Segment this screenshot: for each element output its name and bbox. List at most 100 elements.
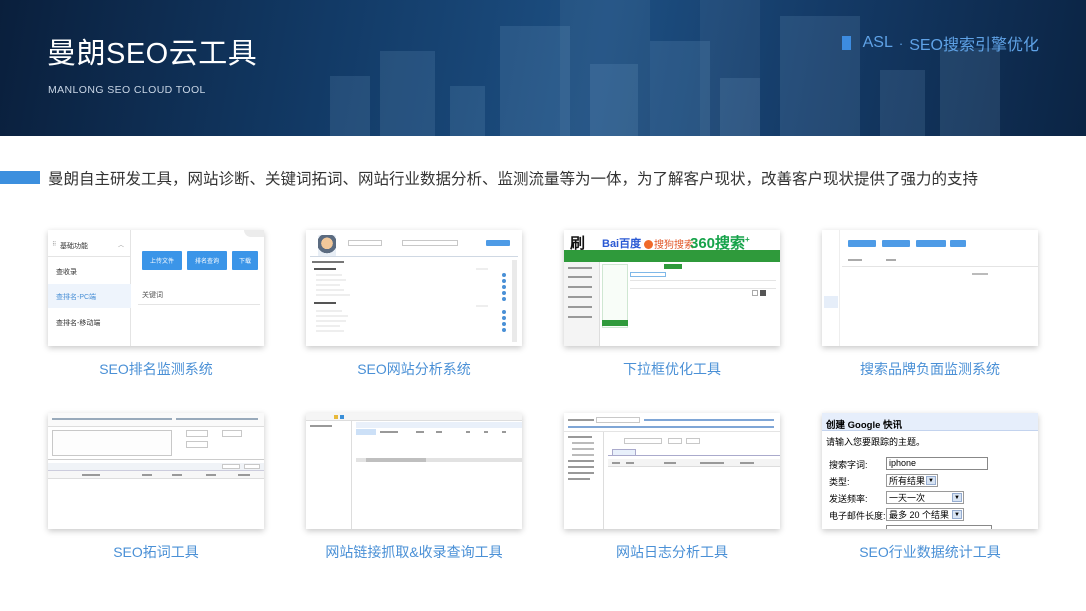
shot-prompt: 请输入您要跟踪的主题。 (826, 437, 926, 447)
divider (842, 266, 1038, 267)
shot-select-value: 所有结果 (889, 476, 926, 486)
shot-text-line (380, 431, 398, 433)
tool-card-link-crawl[interactable]: 网站链接抓取&收录查询工具 (306, 413, 522, 560)
divider (310, 256, 518, 257)
tool-screenshot (822, 230, 1038, 346)
shot-text-line (502, 431, 506, 433)
shot-button (916, 240, 946, 247)
shot-button (186, 441, 208, 448)
tag-square-icon (841, 36, 851, 50)
shot-text-line (172, 474, 182, 476)
shot-button (486, 240, 510, 246)
shot-button (686, 438, 700, 444)
shot-text-line (568, 306, 592, 308)
shot-text-line (82, 474, 100, 476)
shot-sidebar (564, 262, 600, 346)
tool-card-rank-monitor[interactable]: ⠿ 基础功能 ︿ 查收录 查排名-PC端 查排名-移动端 上传文件 排名查询 下… (48, 230, 264, 377)
tool-caption: SEO行业数据统计工具 (859, 544, 1001, 560)
divider (48, 459, 264, 460)
shot-text-line (484, 431, 488, 433)
tool-card-industry-stats[interactable]: 创建 Google 快讯 请输入您要跟踪的主题。 搜索字词: iphone 类型… (822, 413, 1038, 560)
tool-caption: SEO排名监测系统 (99, 361, 213, 377)
shot-tab (630, 272, 666, 277)
tool-card-site-analysis[interactable]: SEO网站分析系统 (306, 230, 522, 377)
chevron-down-icon: ▼ (952, 510, 962, 519)
shot-text-line (572, 454, 594, 456)
chevron-down-icon: ▼ (952, 493, 962, 502)
shot-text-line (848, 259, 862, 261)
status-dot-icon (502, 285, 506, 289)
shot-upload-button: 上传文件 (142, 251, 182, 270)
shot-text-line (568, 276, 592, 278)
banner-title: 曼朗SEO云工具 (47, 38, 258, 70)
shot-text-line (316, 284, 340, 286)
tool-card-brand-monitor[interactable]: 搜索品牌负面监测系统 (822, 230, 1038, 377)
status-dot-icon (502, 328, 506, 332)
chevron-down-icon: ▼ (926, 476, 936, 485)
status-dot-icon (502, 316, 506, 320)
shot-select-value: 最多 20 个结果 (889, 510, 950, 520)
intro-accent-bar (0, 171, 40, 184)
shot-select (624, 438, 662, 444)
divider (630, 280, 776, 281)
shot-input (402, 240, 458, 246)
shot-text-line (316, 310, 342, 312)
shot-button (950, 240, 966, 247)
shot-sidebar (822, 230, 840, 346)
shot-heading-b: Google 快讯 (847, 420, 903, 431)
tool-card-dropdown-optimize[interactable]: 刷 Bai百度 搜狗搜索 360搜索+ 下拉框优化工具 (564, 230, 780, 377)
shot-button (244, 464, 260, 469)
tool-card-keyword-expand[interactable]: SEO拓词工具 (48, 413, 264, 560)
grid-icon: ⠿ (52, 242, 57, 248)
shot-select-value: 一天一次 (889, 493, 926, 503)
shot-text-line (568, 286, 592, 288)
shot-text-line (316, 294, 350, 296)
shot-input (596, 417, 640, 423)
shot-button (882, 240, 910, 247)
shot-text-line (972, 273, 988, 275)
banner-tag: ASL · SEO搜索引擎优化 (841, 31, 1039, 55)
shot-text-line (142, 474, 152, 476)
intro-text: 曼朗自主研发工具，网站诊断、关键词拓词、网站行业数据分析、监测流量等为一体，为了… (48, 171, 979, 188)
tool-screenshot (306, 230, 522, 346)
shot-text-line (206, 474, 216, 476)
shot-tab-active (612, 449, 636, 456)
shot-tree-panel (564, 432, 604, 529)
shot-text-line (568, 460, 594, 462)
so360-plus: + (745, 235, 750, 244)
page-button (752, 290, 758, 296)
shot-button (186, 430, 208, 437)
shot-text-line (568, 478, 590, 480)
shot-selected-cell (356, 429, 376, 435)
divider (630, 288, 776, 289)
shot-search-term: iphone (886, 457, 988, 470)
baidu-logo: Bai百度 (602, 238, 642, 250)
shot-header-bar (564, 250, 780, 262)
shot-tree-panel (306, 421, 352, 529)
banner-building (590, 64, 638, 136)
shot-text-line (316, 320, 346, 322)
tool-caption: 网站日志分析工具 (616, 544, 728, 560)
shot-text-line (700, 462, 724, 464)
shot-textarea (52, 430, 172, 456)
banner-building (880, 70, 925, 136)
shot-link-row (568, 426, 774, 428)
tool-caption: SEO网站分析系统 (357, 361, 471, 377)
header-banner: 曼朗SEO云工具 MANLONG SEO CLOUD TOOL ASL · SE… (0, 0, 1086, 136)
status-dot-icon (502, 297, 506, 301)
shot-text-line (476, 305, 488, 307)
shot-text-line (572, 448, 594, 450)
shot-text-line (568, 472, 594, 474)
shot-type-select: 所有结果 ▼ (886, 474, 938, 487)
banner-building (650, 41, 710, 136)
shot-label: 电子邮件长度: (829, 511, 886, 521)
shot-frequency-select: 一天一次 ▼ (886, 491, 964, 504)
folder-icon (334, 415, 338, 419)
tool-caption: 下拉框优化工具 (623, 361, 721, 377)
shot-menu-title: 基础功能 (60, 243, 88, 250)
shot-text-line (52, 418, 172, 420)
tool-card-log-analysis[interactable]: 网站日志分析工具 (564, 413, 780, 560)
page: 曼朗SEO云工具 MANLONG SEO CLOUD TOOL ASL · SE… (0, 0, 1086, 611)
shot-text-line (740, 462, 754, 464)
scrollbar-thumb (366, 458, 426, 462)
